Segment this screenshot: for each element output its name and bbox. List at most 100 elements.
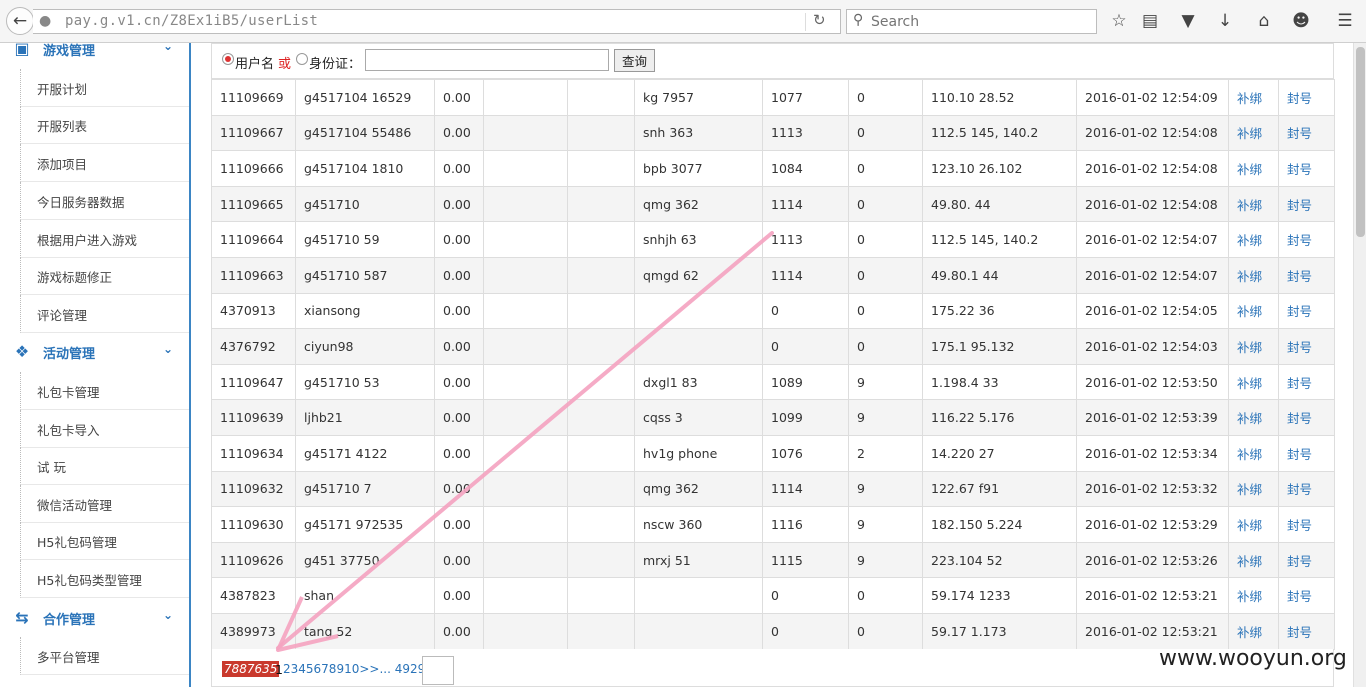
sidebar-item[interactable]: 开服列表	[20, 106, 189, 144]
download-icon[interactable]: ↓	[1214, 11, 1236, 31]
table-cell: 1.198.4 33	[922, 363, 1077, 401]
page-links[interactable]: 2345678910>>... 492978	[283, 662, 441, 676]
page-jump-input[interactable]	[422, 656, 454, 685]
rebind-link[interactable]: 补绑	[1228, 434, 1279, 472]
radio-username[interactable]	[222, 53, 234, 65]
sidebar-item[interactable]: 开服计划	[20, 69, 189, 107]
table-cell: 11109665	[211, 185, 296, 223]
ban-link[interactable]: 封号	[1278, 328, 1335, 365]
sidebar-group-cooperation[interactable]: ⇆ 合作管理 ⌄	[0, 599, 189, 637]
table-cell: 0.00	[434, 292, 484, 330]
table-cell: 2016-01-02 12:53:21	[1076, 612, 1229, 650]
rebind-link[interactable]: 补绑	[1228, 79, 1279, 116]
table-cell: 0.00	[434, 363, 484, 401]
table-row: 11109626 g451 37750 0.00 mrxj 51 1115 9 223.10…	[211, 541, 1335, 579]
ban-link[interactable]: 封号	[1278, 434, 1335, 472]
sidebar-item[interactable]: 微信活动管理	[20, 485, 189, 523]
search-icon: ⚲	[853, 12, 864, 28]
table-cell	[567, 612, 635, 650]
menu-icon[interactable]: ☰	[1334, 11, 1356, 31]
table-cell: 49.80.1 44	[922, 256, 1077, 294]
ban-link[interactable]: 封号	[1278, 185, 1335, 223]
ban-link[interactable]: 封号	[1278, 221, 1335, 258]
table-cell: 9	[848, 363, 923, 401]
table-cell: 116.22 5.176	[922, 399, 1077, 436]
table-cell: mrxj 51	[634, 541, 763, 579]
sidebar-group-game[interactable]: ▣ 游戏管理 ⌄	[0, 30, 189, 68]
home-icon[interactable]: ⌂	[1253, 11, 1275, 31]
chat-icon[interactable]: ☻	[1290, 11, 1312, 31]
rebind-link[interactable]: 补绑	[1228, 363, 1279, 401]
table-cell: 49.80. 44	[922, 185, 1077, 223]
table-cell: 1116	[762, 506, 849, 543]
url-text: pay.g.v1.cn/Z8Ex1iB5/userList	[65, 13, 319, 29]
ban-link[interactable]: 封号	[1278, 114, 1335, 152]
sidebar-item[interactable]: 根据用户进入游戏	[20, 220, 189, 258]
rebind-link[interactable]: 补绑	[1228, 612, 1279, 650]
rebind-link[interactable]: 补绑	[1228, 399, 1279, 436]
rebind-link[interactable]: 补绑	[1228, 221, 1279, 258]
ban-link[interactable]: 封号	[1278, 363, 1335, 401]
table-cell: 223.104 52	[922, 541, 1077, 579]
ban-link[interactable]: 封号	[1278, 541, 1335, 579]
table-cell: 11109664	[211, 221, 296, 258]
sidebar-group-activity[interactable]: ❖ 活动管理 ⌄	[0, 333, 189, 371]
rebind-link[interactable]: 补绑	[1228, 114, 1279, 152]
table-cell: 9	[848, 399, 923, 436]
table-cell	[483, 363, 568, 401]
ban-link[interactable]: 封号	[1278, 256, 1335, 294]
page-scrollbar[interactable]	[1353, 43, 1366, 687]
sidebar-item[interactable]: 评论管理	[20, 295, 189, 333]
table-cell: 11109626	[211, 541, 296, 579]
sidebar-item[interactable]: 礼包卡导入	[20, 410, 189, 448]
radio-idcard[interactable]	[296, 53, 308, 65]
table-cell: snhjh 63	[634, 221, 763, 258]
rebind-link[interactable]: 补绑	[1228, 506, 1279, 543]
ban-link[interactable]: 封号	[1278, 577, 1335, 614]
rebind-link[interactable]: 补绑	[1228, 541, 1279, 579]
table-cell: 0.00	[434, 541, 484, 579]
search-form: 用户名 或 身份证： 查询	[211, 43, 1334, 79]
query-button[interactable]: 查询	[614, 49, 655, 72]
rebind-link[interactable]: 补绑	[1228, 292, 1279, 330]
reading-list-icon[interactable]: ▤	[1139, 11, 1161, 31]
rebind-link[interactable]: 补绑	[1228, 328, 1279, 365]
reload-icon[interactable]: ↻	[813, 11, 826, 29]
rebind-link[interactable]: 补绑	[1228, 256, 1279, 294]
table-cell: 2016-01-02 12:54:09	[1076, 79, 1229, 116]
query-input[interactable]	[365, 49, 609, 71]
sidebar-item[interactable]: 游戏标题修正	[20, 257, 189, 295]
search-input[interactable]	[871, 12, 1091, 31]
table-cell: g4517104 16529	[295, 79, 435, 116]
ban-link[interactable]: 封号	[1278, 79, 1335, 116]
table-cell	[483, 256, 568, 294]
table-cell: 1076	[762, 434, 849, 472]
sidebar-item[interactable]: 礼包卡管理	[20, 372, 189, 410]
sidebar-item[interactable]: H5礼包码类型管理	[20, 560, 189, 598]
table-cell	[567, 399, 635, 436]
sidebar-item-label: 礼包卡管理	[37, 385, 100, 400]
table-cell	[483, 612, 568, 650]
rebind-link[interactable]: 补绑	[1228, 470, 1279, 508]
sidebar-item[interactable]: 今日服务器数据	[20, 182, 189, 220]
sidebar-item[interactable]: 试 玩	[20, 447, 189, 485]
sidebar-item[interactable]: 添加项目	[20, 144, 189, 182]
pocket-icon[interactable]: ▼	[1177, 11, 1199, 31]
ban-link[interactable]: 封号	[1278, 399, 1335, 436]
search-bar[interactable]: ⚲	[846, 9, 1097, 34]
ban-link[interactable]: 封号	[1278, 150, 1335, 187]
table-cell: xiansong	[295, 292, 435, 330]
ban-link[interactable]: 封号	[1278, 612, 1335, 650]
ban-link[interactable]: 封号	[1278, 470, 1335, 508]
rebind-link[interactable]: 补绑	[1228, 150, 1279, 187]
rebind-link[interactable]: 补绑	[1228, 185, 1279, 223]
sidebar-item[interactable]: H5礼包码管理	[20, 522, 189, 560]
rebind-link[interactable]: 补绑	[1228, 577, 1279, 614]
sidebar-item[interactable]: 多平台管理	[20, 637, 189, 675]
bookmark-star-icon[interactable]: ☆	[1108, 11, 1130, 31]
table-row: 4370913 xiansong 0.00 0 0 175.22 36 2016-01-02…	[211, 292, 1335, 330]
table-row: 4376792 ciyun98 0.00 0 0 175.1 95.132 2016-01-…	[211, 328, 1335, 365]
ban-link[interactable]: 封号	[1278, 292, 1335, 330]
scrollbar-thumb[interactable]	[1356, 47, 1365, 237]
ban-link[interactable]: 封号	[1278, 506, 1335, 543]
